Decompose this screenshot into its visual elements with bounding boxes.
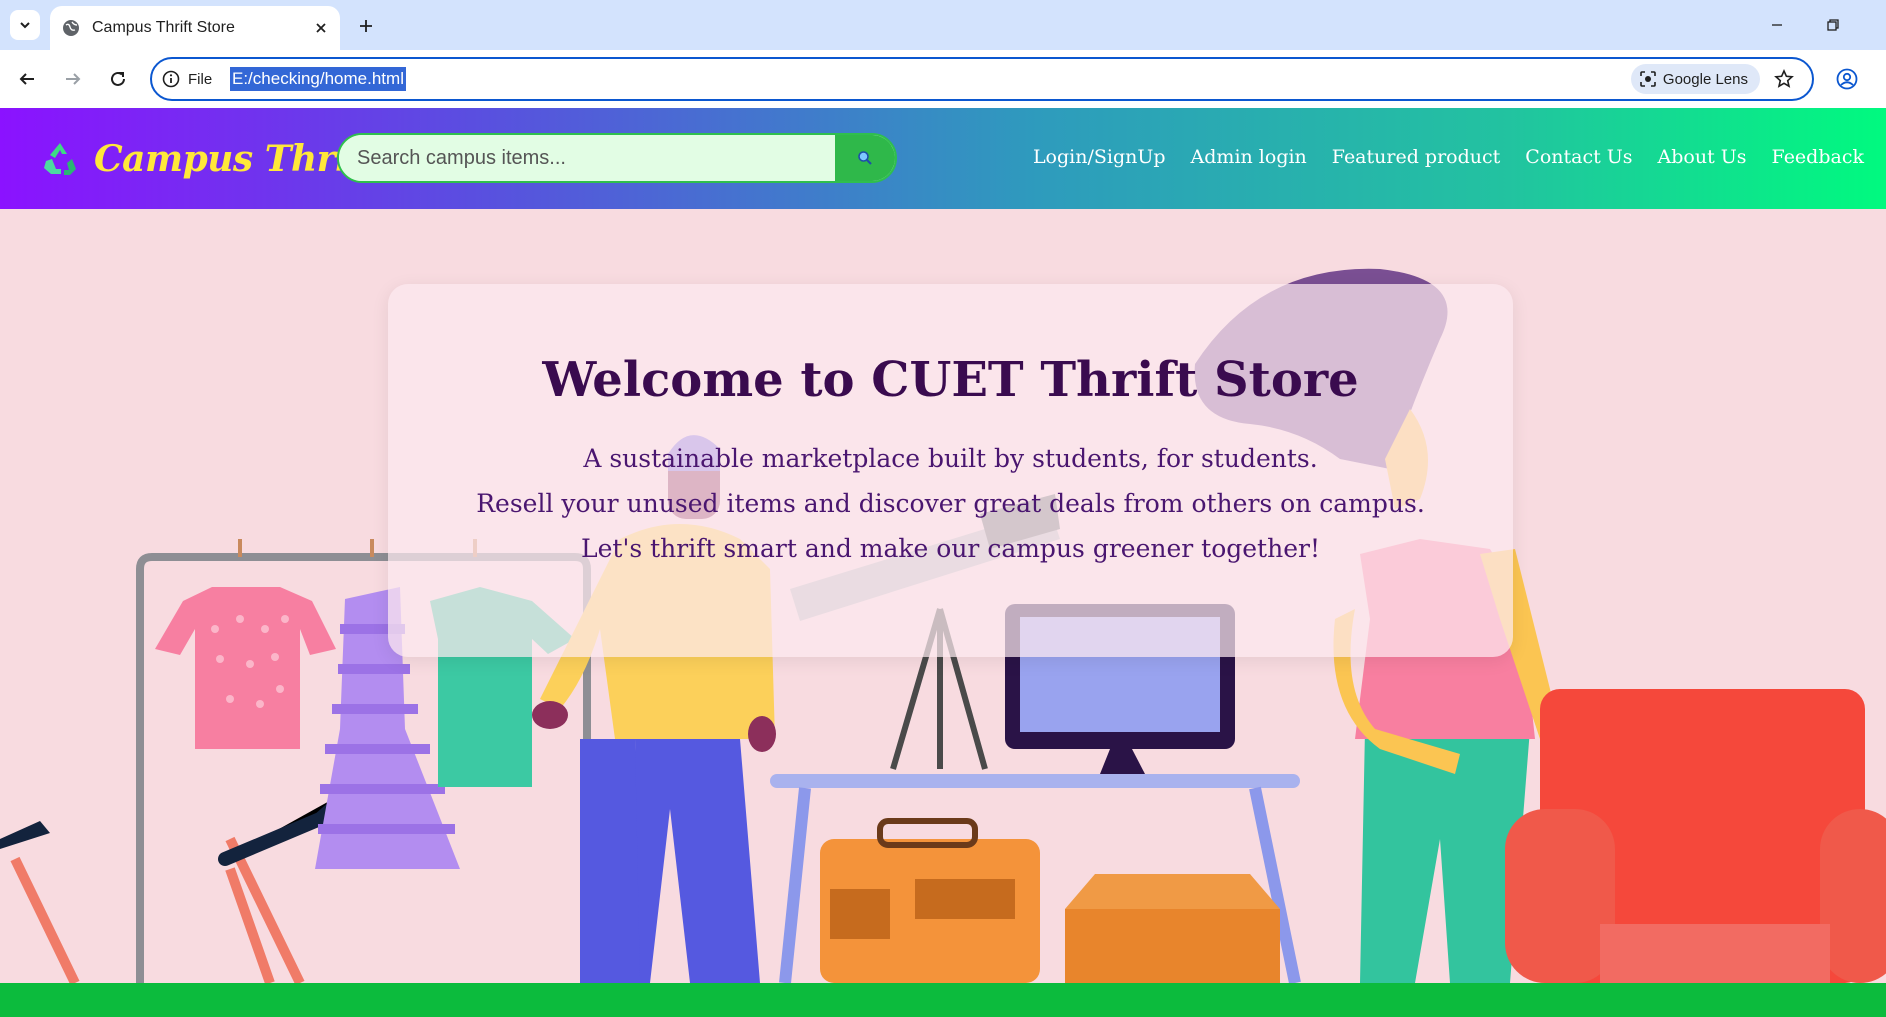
- chevron-down-icon: [20, 22, 30, 29]
- minimize-button[interactable]: [1762, 10, 1792, 40]
- browser-toolbar: File E:/checking/home.html Google Lens: [0, 50, 1886, 108]
- site-info-button[interactable]: File: [162, 67, 212, 91]
- google-lens-label: Google Lens: [1662, 70, 1748, 88]
- search-input[interactable]: [339, 135, 835, 181]
- hero-section: Welcome to CUET Thrift Store A sustainab…: [0, 209, 1886, 983]
- browser-tab-bar: Campus Thrift Store: [0, 0, 1886, 50]
- arrow-left-icon: [19, 73, 34, 85]
- account-icon: [1836, 68, 1858, 90]
- minimize-icon: [1772, 24, 1782, 26]
- address-bar[interactable]: File E:/checking/home.html Google Lens: [150, 57, 1814, 101]
- site-header: Campus Thrift Login/SignUp Admin login F…: [0, 108, 1886, 209]
- brand-logo[interactable]: Campus Thrift: [40, 138, 380, 180]
- tab-title: Campus Thrift Store: [92, 19, 235, 36]
- bicycle-illustration: [0, 777, 367, 983]
- plus-icon: [360, 20, 372, 32]
- arrow-right-icon: [66, 73, 81, 85]
- tab-search-button[interactable]: [10, 10, 40, 40]
- info-icon: [162, 70, 180, 88]
- new-tab-button[interactable]: [352, 12, 380, 40]
- bookmark-button[interactable]: [1770, 65, 1798, 93]
- lens-icon: [1640, 71, 1656, 87]
- reload-button[interactable]: [103, 64, 133, 94]
- main-nav: Login/SignUp Admin login Featured produc…: [1033, 146, 1864, 168]
- star-icon: [1774, 69, 1794, 88]
- back-button[interactable]: [12, 64, 42, 94]
- restore-button[interactable]: [1818, 10, 1848, 40]
- search-button[interactable]: [835, 135, 895, 181]
- site-info-label: File: [188, 70, 213, 88]
- welcome-description: A sustainable marketplace built by stude…: [388, 436, 1513, 571]
- search-icon: [858, 151, 872, 165]
- globe-icon: [63, 20, 79, 36]
- nav-featured-product[interactable]: Featured product: [1332, 146, 1500, 168]
- welcome-line: Let's thrift smart and make our campus g…: [581, 534, 1320, 563]
- browser-tab[interactable]: Campus Thrift Store: [50, 6, 340, 50]
- recycle-icon: [44, 143, 76, 175]
- reload-icon: [111, 71, 125, 86]
- forward-button[interactable]: [58, 64, 88, 94]
- nav-about-us[interactable]: About Us: [1658, 146, 1747, 168]
- nav-login-signup[interactable]: Login/SignUp: [1033, 146, 1166, 168]
- close-icon[interactable]: [314, 21, 328, 35]
- nav-feedback[interactable]: Feedback: [1772, 146, 1864, 168]
- search-bar: [337, 133, 897, 183]
- boxes-illustration: [820, 818, 1280, 983]
- welcome-title: Welcome to CUET Thrift Store: [542, 352, 1359, 408]
- footer-bar: [0, 983, 1886, 1017]
- armchair-illustration: [1505, 689, 1886, 983]
- profile-button[interactable]: [1832, 64, 1862, 94]
- restore-icon: [1827, 19, 1839, 31]
- welcome-card: Welcome to CUET Thrift Store A sustainab…: [388, 284, 1513, 657]
- nav-contact-us[interactable]: Contact Us: [1525, 146, 1632, 168]
- welcome-line: Resell your unused items and discover gr…: [476, 489, 1425, 518]
- welcome-line: A sustainable marketplace built by stude…: [583, 444, 1318, 473]
- google-lens-button[interactable]: Google Lens: [1630, 64, 1760, 94]
- nav-admin-login[interactable]: Admin login: [1191, 146, 1307, 168]
- url-text[interactable]: E:/checking/home.html: [230, 67, 406, 91]
